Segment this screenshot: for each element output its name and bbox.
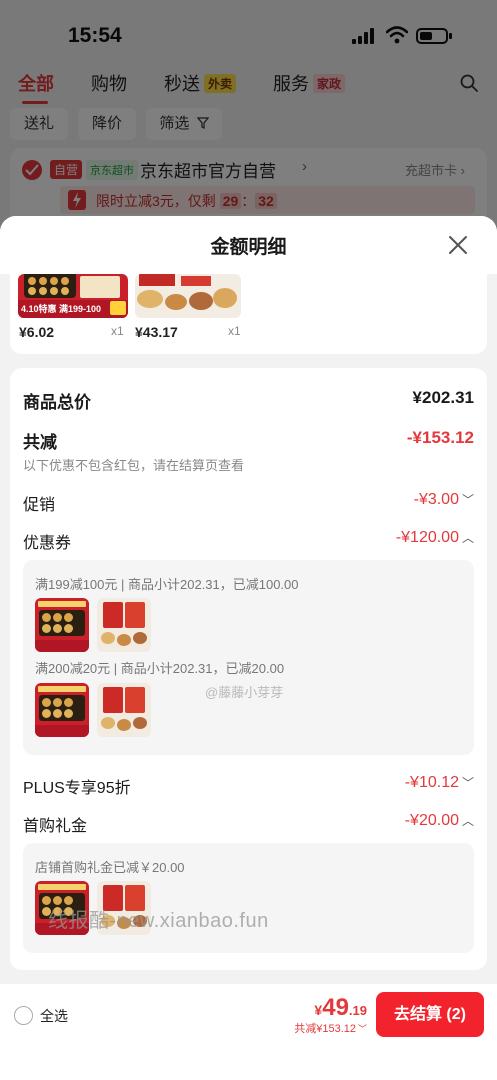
coupon-line-1: 满199减100元 | 商品小计202.31，已减100.00 <box>35 577 299 592</box>
chevron-up-icon: ︿ <box>461 531 474 545</box>
gift-detail-box: 店铺首购礼金已减￥20.00 <box>23 843 474 953</box>
total-price-label: 商品总价 <box>23 393 91 412</box>
close-icon[interactable] <box>447 234 469 256</box>
total-amount: ¥49.19 <box>314 994 367 1022</box>
first-purchase-label: 首购礼金 <box>23 818 88 835</box>
first-purchase-value: -¥20.00 <box>404 812 459 829</box>
product-image-1[interactable]: 4.10特惠 满199-100 <box>18 274 128 318</box>
promotion-label: 促销 <box>23 497 56 514</box>
amount-detail-card: 商品总价 ¥202.31 共减 -¥153.12 以下优惠不包含红包，请在结算页… <box>10 368 487 970</box>
background-page: 15:54 全部 购物 秒送外卖 服务家政 送礼 降价 <box>0 0 497 240</box>
product-qty-2: x1 <box>228 324 241 338</box>
coupon-product-image-1a <box>35 598 89 652</box>
plus-discount-row[interactable]: -¥10.12 ﹀ <box>405 774 474 792</box>
select-all-label[interactable]: 全选 <box>40 1006 68 1026</box>
weibo-watermark: @藤藤小芽芽 <box>205 685 284 700</box>
total-decimal: .19 <box>348 1003 367 1018</box>
coupon-line-2: 满200减20元 | 商品小计202.31，已减20.00 <box>35 661 285 676</box>
checkout-bar: 全选 ¥49.19 共减¥153.12 ﹀ 去结算 (2) <box>0 984 497 1080</box>
total-reduce-value: -¥153.12 <box>406 428 474 447</box>
coupon-label: 优惠券 <box>23 535 72 552</box>
site-watermark: 线报酷-new.xianbao.fun <box>48 910 269 932</box>
product-price-1: ¥6.02 <box>19 324 55 340</box>
product-price-2: ¥43.17 <box>135 324 178 340</box>
checkout-button[interactable]: 去结算 (2) <box>376 992 484 1037</box>
gift-line: 店铺首购礼金已减￥20.00 <box>35 860 185 875</box>
chevron-down-icon: ﹀ <box>461 776 474 790</box>
saved-amount[interactable]: 共减¥153.12 ﹀ <box>294 1020 367 1036</box>
plus-discount-label: PLUS专享95折 <box>23 780 131 797</box>
chevron-down-icon: ﹀ <box>357 1024 367 1034</box>
product-tag: 4.10特惠 满199-100 <box>21 304 102 314</box>
product-qty-1: x1 <box>111 324 124 338</box>
promotion-value: -¥3.00 <box>413 491 459 508</box>
plus-discount-value: -¥10.12 <box>404 774 459 791</box>
reduce-note: 以下优惠不包含红包，请在结算页查看 <box>23 458 245 473</box>
coupon-row[interactable]: -¥120.00 ︿ <box>396 529 474 547</box>
amount-detail-sheet: 金额明细 4.10特惠 满199-100 ¥6.02 x1 ¥43.17 x1 … <box>0 216 497 1080</box>
coupon-value: -¥120.00 <box>395 529 459 546</box>
coupon-detail-box: 满199减100元 | 商品小计202.31，已减100.00 满200减20元… <box>23 560 474 755</box>
total-price-value: ¥202.31 <box>412 388 474 407</box>
product-strip: 4.10特惠 满199-100 ¥6.02 x1 ¥43.17 x1 <box>10 274 487 354</box>
total-integer: 49 <box>322 994 349 1021</box>
coupon-product-image-2a <box>35 683 89 737</box>
product-image-2[interactable] <box>135 274 241 318</box>
promotion-row[interactable]: -¥3.00 ﹀ <box>414 491 474 509</box>
sheet-header: 金额明细 <box>0 216 497 274</box>
chevron-down-icon: ﹀ <box>461 493 474 507</box>
select-all-radio[interactable] <box>14 1006 33 1025</box>
sheet-title: 金额明细 <box>210 237 287 258</box>
dim-overlay[interactable] <box>0 0 497 240</box>
coupon-product-image-1b <box>97 598 151 652</box>
saved-text: 共减¥153.12 <box>294 1023 356 1035</box>
first-purchase-row[interactable]: -¥20.00 ︿ <box>405 812 474 830</box>
coupon-product-image-2b <box>97 683 151 737</box>
total-reduce-label: 共减 <box>23 433 57 452</box>
chevron-up-icon: ︿ <box>461 814 474 828</box>
